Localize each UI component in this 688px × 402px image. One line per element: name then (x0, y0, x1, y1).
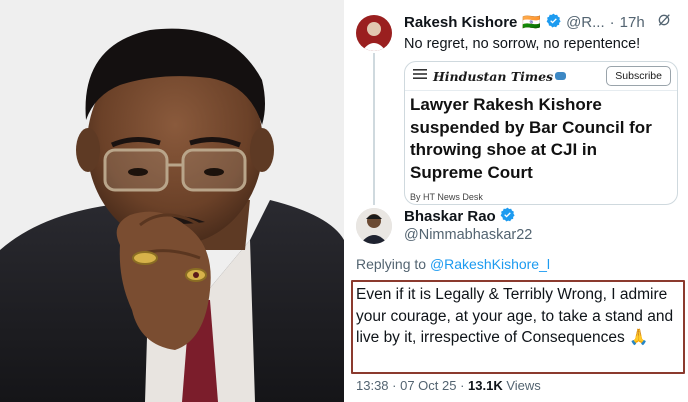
replying-to-mention-link[interactable]: @RakeshKishore_l (430, 256, 550, 272)
rakesh-avatar[interactable] (356, 15, 392, 51)
replying-to-line: Replying to @RakeshKishore_l (356, 256, 550, 272)
grok-icon[interactable] (656, 12, 672, 32)
tweet2-author: Bhaskar Rao (404, 207, 515, 226)
tweet2-text: Even if it is Legally & Terribly Wrong, … (356, 286, 674, 346)
tweet2-footer: 13:38 · 07 Oct 25 · 13.1K Views (356, 378, 541, 393)
tweet1-time[interactable]: 17h (620, 14, 645, 31)
tweet1-handle[interactable]: @R... (566, 14, 605, 31)
news-brand-logo: Hindustan Times (433, 68, 554, 84)
tweet1-author-name[interactable]: Rakesh Kishore (404, 14, 517, 31)
avatar-icon (356, 208, 392, 244)
tweet2-handle[interactable]: @Nimmabhaskar22 (404, 227, 532, 243)
tweet1-header: Rakesh Kishore 🇮🇳 @R... · 17h (404, 12, 672, 32)
separator-dot: · (460, 378, 469, 393)
thread-line (373, 53, 375, 205)
news-byline: By HT News Desk (410, 192, 483, 202)
separator-dot: · (609, 13, 615, 31)
tweet2-author-name[interactable]: Bhaskar Rao (404, 208, 496, 225)
news-link-card[interactable]: Hindustan Times Subscribe Lawyer Rakesh … (404, 61, 678, 205)
verified-badge-icon (500, 207, 515, 226)
india-flag-icon: 🇮🇳 (522, 14, 542, 31)
subscribe-button[interactable]: Subscribe (606, 66, 671, 86)
verified-badge-icon (546, 13, 561, 32)
replying-to-label: Replying to (356, 256, 427, 272)
menu-icon[interactable] (413, 67, 427, 85)
avatar-icon (356, 15, 392, 51)
photo-man-thinking (0, 0, 344, 402)
brand-badge-icon (555, 67, 567, 85)
news-headline[interactable]: Lawyer Rakesh Kishore suspended by Bar C… (410, 94, 672, 184)
bhaskar-avatar[interactable] (356, 208, 392, 244)
tweet2-timestamp[interactable]: 13:38 · 07 Oct 25 (356, 378, 456, 393)
card-header: Hindustan Times Subscribe (405, 62, 677, 91)
views-count: 13.1K (468, 378, 503, 393)
tweet1-text: No regret, no sorrow, no repentence! (404, 36, 641, 52)
portrait-illustration (0, 0, 344, 402)
views-label: Views (506, 378, 541, 393)
